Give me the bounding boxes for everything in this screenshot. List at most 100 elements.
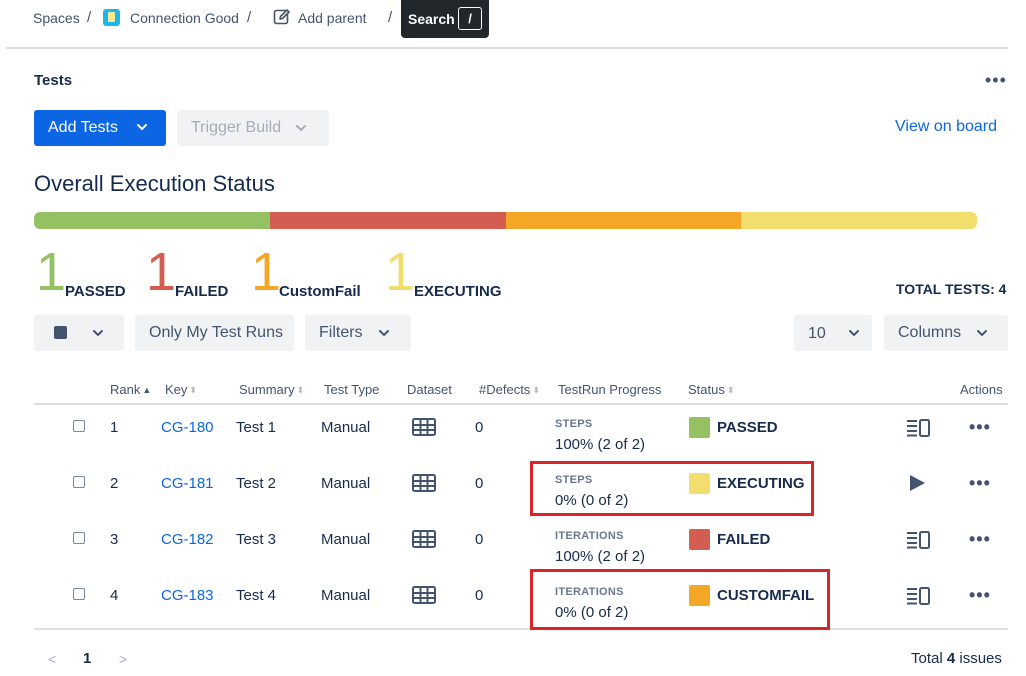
details-icon[interactable] [906, 419, 930, 437]
execution-progress-bar [34, 212, 977, 229]
trigger-build-button[interactable]: Trigger Build [177, 110, 329, 146]
page-size-value: 10 [808, 325, 826, 342]
chevron-down-icon [137, 124, 147, 131]
table-row: 2 CG-181 Test 2 Manual 0 STEPS 0% (0 of … [34, 461, 1008, 517]
row-key-link[interactable]: CG-180 [161, 419, 214, 436]
row-checkbox[interactable] [73, 532, 85, 544]
search-shortcut-key: / [458, 7, 482, 30]
row-rank: 2 [110, 475, 119, 492]
row-more-icon[interactable]: ••• [969, 585, 991, 606]
table-row: 1 CG-180 Test 1 Manual 0 STEPS 100% (2 o… [34, 405, 1008, 461]
space-icon [103, 9, 120, 26]
add-parent-link[interactable]: Add parent [298, 10, 367, 26]
only-my-test-runs-label: Only My Test Runs [149, 324, 283, 341]
sort-icon: ⬍ [296, 385, 305, 395]
row-summary: Test 4 [236, 587, 277, 604]
row-defects: 0 [475, 419, 484, 436]
column-header-summary[interactable]: Summary ⬍ [239, 382, 304, 397]
row-defects: 0 [475, 531, 484, 548]
column-header-testrun-progress[interactable]: TestRun Progress [558, 382, 661, 397]
row-checkbox[interactable] [73, 420, 85, 432]
stat-label: CustomFail [279, 283, 361, 300]
stat-count: 1 [36, 242, 67, 302]
dataset-table-icon[interactable] [412, 530, 436, 548]
panel-more-icon[interactable]: ••• [985, 70, 1007, 91]
row-summary: Test 3 [236, 531, 277, 548]
highlight-box [530, 461, 814, 516]
column-header-test-type[interactable]: Test Type [324, 382, 379, 397]
row-status: PASSED [717, 419, 778, 436]
pagination-next-button[interactable]: > [119, 651, 127, 667]
execution-status-title: Overall Execution Status [34, 171, 275, 196]
column-header-label: Key [165, 382, 188, 397]
columns-button[interactable]: Columns [884, 315, 1008, 351]
page-size-select[interactable]: 10 [794, 315, 872, 351]
progress-segment-executing [741, 212, 977, 229]
row-progress-caption: ITERATIONS [555, 530, 624, 542]
progress-segment-customfail [505, 212, 742, 229]
table-footer-divider [34, 628, 1008, 630]
column-header-label: Actions [960, 382, 1003, 397]
column-header-label: TestRun Progress [558, 382, 662, 397]
row-rank: 1 [110, 419, 119, 436]
status-swatch [689, 529, 710, 550]
column-header-status[interactable]: Status ⬍ [688, 382, 734, 397]
details-icon[interactable] [906, 531, 930, 549]
column-header-rank[interactable]: Rank ▲ [110, 382, 151, 397]
column-header-label: Dataset [407, 382, 452, 397]
column-header-label: Status [688, 382, 725, 397]
column-header-key[interactable]: Key ⬍ [165, 382, 197, 397]
sort-ascending-icon: ▲ [142, 385, 152, 395]
status-swatch [689, 417, 710, 438]
highlight-box [530, 569, 830, 630]
row-more-icon[interactable]: ••• [969, 417, 991, 438]
search-label: Search [408, 11, 455, 27]
breadcrumb-separator: / [87, 9, 92, 26]
table-row: 4 CG-183 Test 4 Manual 0 ITERATIONS 0% (… [34, 573, 1008, 629]
add-tests-label: Add Tests [48, 119, 118, 136]
row-more-icon[interactable]: ••• [969, 473, 991, 494]
row-summary: Test 2 [236, 475, 277, 492]
sort-icon: ⬍ [532, 385, 540, 395]
pagination-prev-button[interactable]: < [48, 651, 56, 667]
stat-label: FAILED [175, 283, 229, 300]
row-checkbox[interactable] [73, 476, 85, 488]
view-on-board-link[interactable]: View on board [895, 118, 997, 136]
row-key-link[interactable]: CG-182 [161, 531, 214, 548]
row-test-type: Manual [321, 419, 371, 436]
search-button[interactable]: Search / [401, 0, 489, 38]
add-tests-button[interactable]: Add Tests [34, 110, 166, 146]
edit-icon[interactable] [273, 8, 291, 26]
breadcrumb-space-link[interactable]: Connection Good [130, 10, 239, 26]
dataset-table-icon[interactable] [412, 474, 436, 492]
breadcrumb: Spaces / Connection Good / Add parent / … [0, 0, 1026, 38]
total-tests: TOTAL TESTS: 4 [896, 281, 1007, 297]
trigger-build-label: Trigger Build [191, 119, 282, 136]
sort-icon: ⬍ [726, 385, 735, 395]
stat-label: EXECUTING [414, 283, 502, 300]
play-icon[interactable] [906, 474, 930, 492]
row-more-icon[interactable]: ••• [969, 529, 991, 550]
column-header-defects[interactable]: #Defects ⬍ [479, 382, 540, 397]
column-header-label: #Defects [479, 382, 531, 397]
stat-count: 1 [385, 242, 416, 302]
details-icon[interactable] [906, 587, 930, 605]
row-rank: 3 [110, 531, 119, 548]
row-key-link[interactable]: CG-183 [161, 587, 214, 604]
chevron-down-icon [296, 125, 306, 132]
pagination-current-page[interactable]: 1 [83, 650, 91, 667]
column-header-label: Test Type [324, 382, 380, 397]
only-my-test-runs-button[interactable]: Only My Test Runs [135, 315, 294, 351]
row-key-link[interactable]: CG-181 [161, 475, 214, 492]
filters-button[interactable]: Filters [305, 315, 411, 351]
chevron-down-icon [849, 330, 859, 337]
column-header-dataset[interactable]: Dataset [407, 382, 452, 397]
breadcrumb-spaces-link[interactable]: Spaces [33, 10, 80, 26]
column-header-actions: Actions [960, 382, 1003, 397]
row-checkbox[interactable] [73, 588, 85, 600]
dataset-table-icon[interactable] [412, 418, 436, 436]
bulk-select-dropdown[interactable] [34, 315, 124, 351]
row-status: FAILED [717, 531, 771, 548]
dataset-table-icon[interactable] [412, 586, 436, 604]
header-divider [6, 47, 1008, 49]
